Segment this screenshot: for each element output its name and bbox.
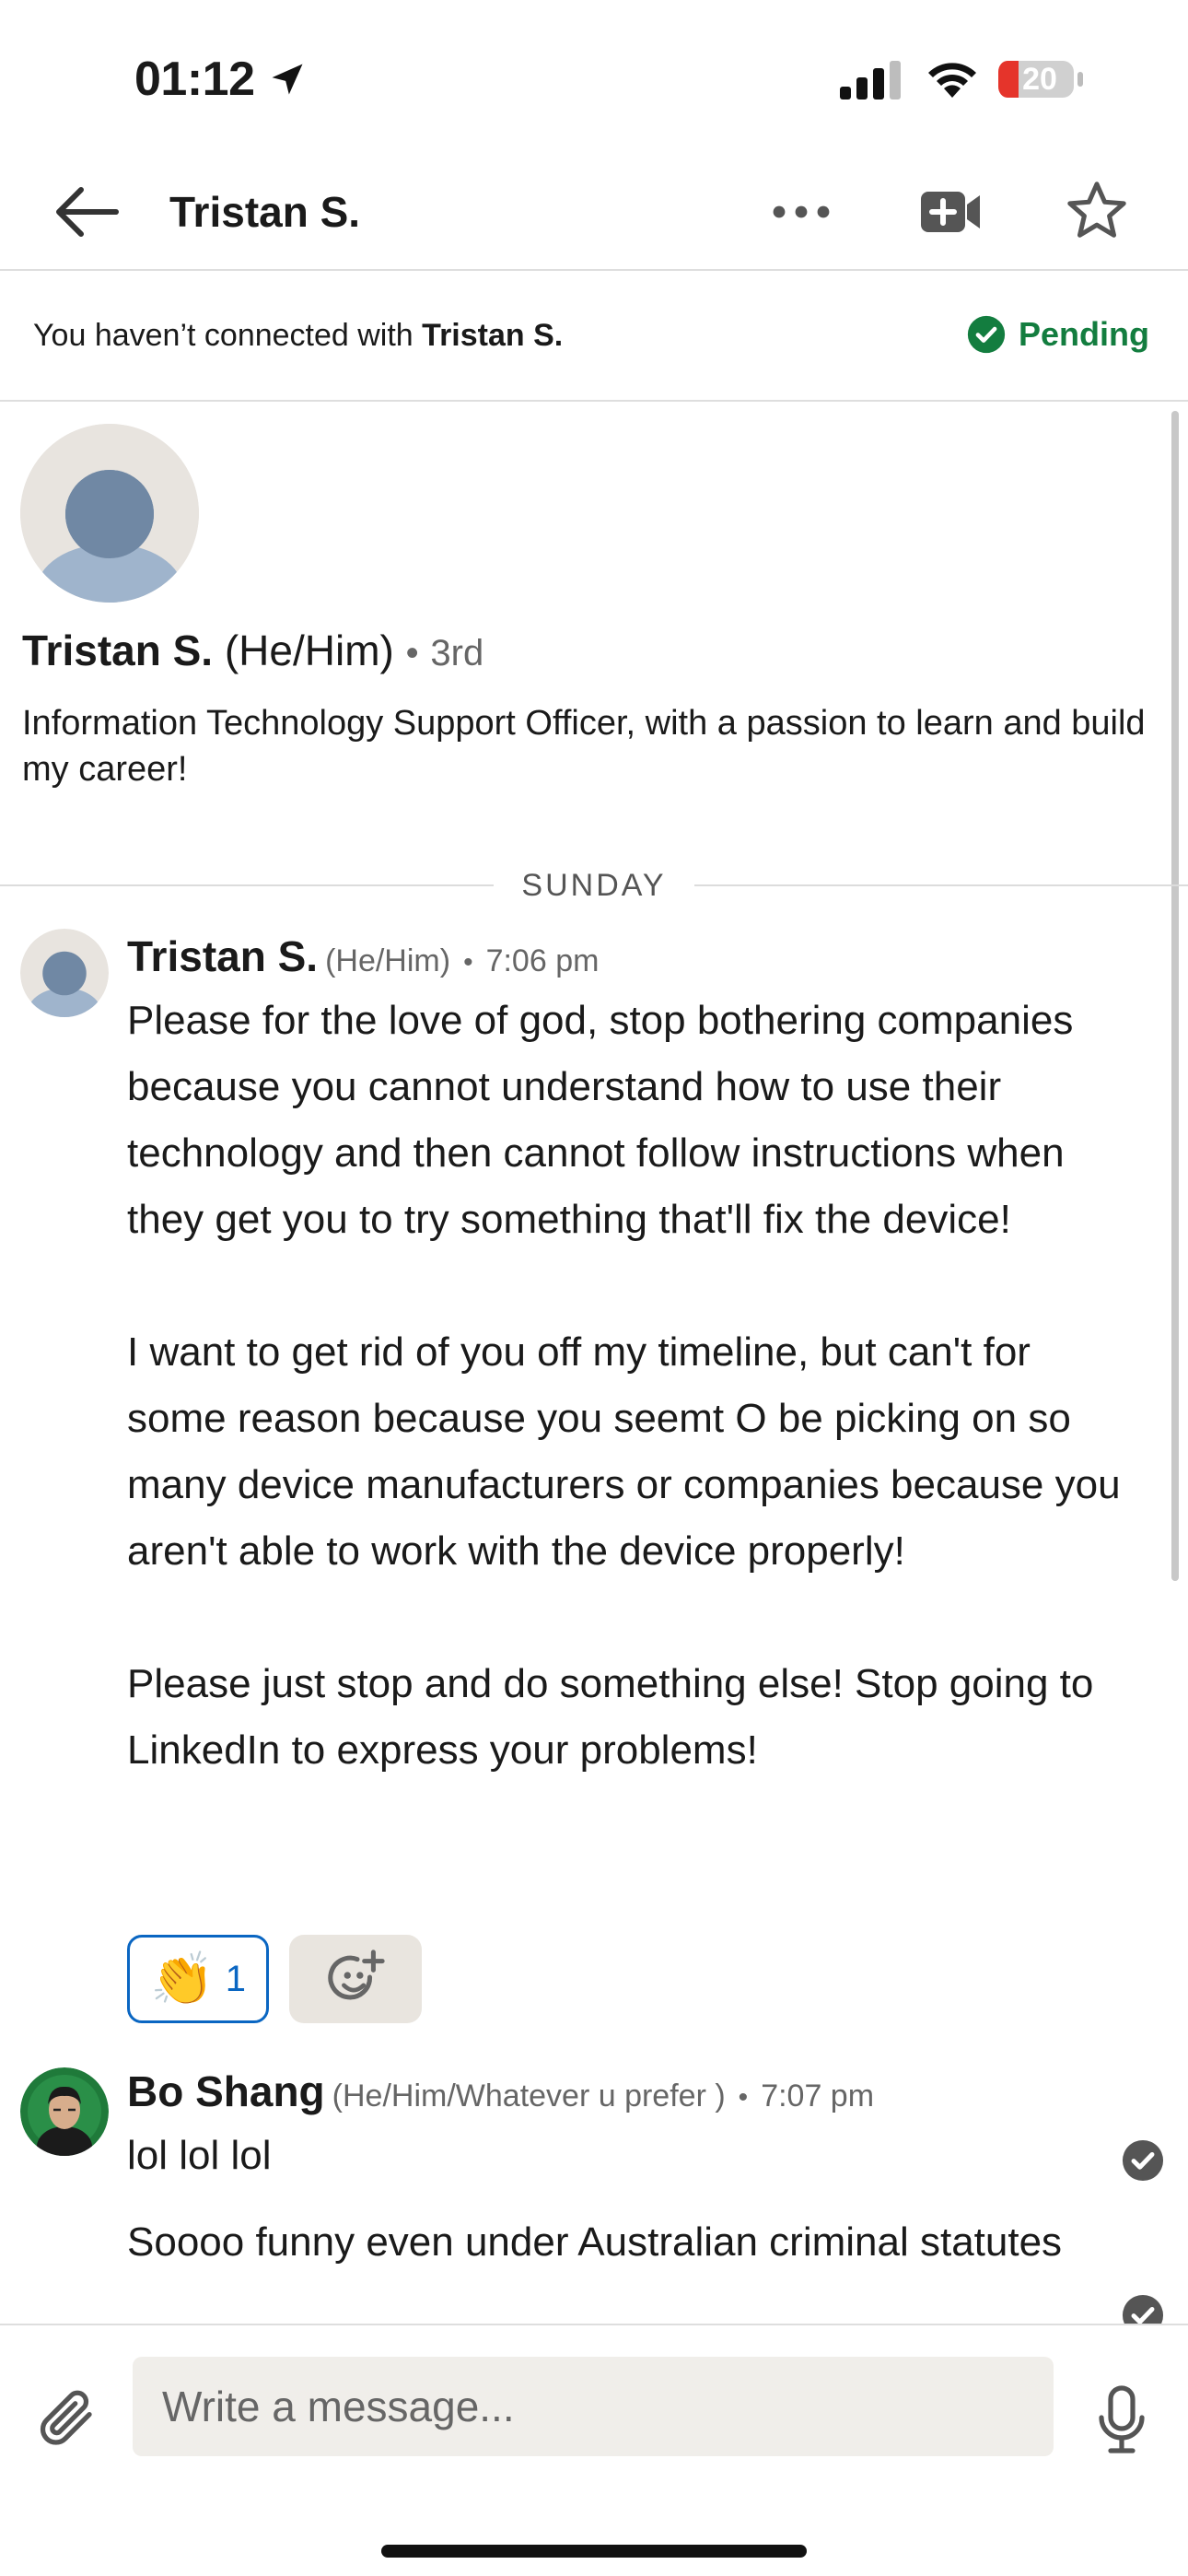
- profile-pronouns: (He/Him): [224, 626, 394, 674]
- add-reaction-button[interactable]: [289, 1935, 422, 2023]
- message-paragraph: Please just stop and do something else! …: [127, 1661, 1094, 1773]
- signal-icon: [840, 61, 901, 100]
- conversation-header: Tristan S.: [0, 157, 1188, 271]
- profile-name[interactable]: Tristan S.: [22, 626, 213, 674]
- home-indicator[interactable]: [381, 2545, 807, 2558]
- message-sender[interactable]: Tristan S.: [127, 932, 318, 980]
- message-paragraph: Please for the love of god, stop botheri…: [127, 998, 1074, 1242]
- day-label: SUNDAY: [494, 868, 694, 903]
- star-icon[interactable]: [1065, 179, 1129, 243]
- day-divider: SUNDAY: [0, 864, 1188, 907]
- profile-headline: Information Technology Support Officer, …: [22, 704, 1146, 789]
- message-time: 7:06 pm: [485, 943, 600, 978]
- message-pronouns: (He/Him): [325, 943, 451, 978]
- microphone-icon[interactable]: [1098, 2384, 1146, 2454]
- message-composer: [0, 2324, 1188, 2576]
- profile-avatar[interactable]: [20, 424, 199, 603]
- status-bar: 01:12 20: [0, 0, 1188, 157]
- more-dots-icon[interactable]: [770, 195, 833, 228]
- paperclip-icon[interactable]: [35, 2386, 99, 2451]
- message-body: lol lol lol: [127, 2133, 272, 2178]
- profile-separator: •: [405, 633, 419, 673]
- add-emoji-icon: [328, 1950, 385, 2000]
- sender-avatar[interactable]: [20, 929, 109, 1017]
- sender-avatar[interactable]: [20, 2067, 109, 2156]
- clap-emoji-icon: 👏: [150, 1950, 215, 2008]
- video-call-icon[interactable]: [919, 186, 982, 238]
- message-header: Tristan S. (He/Him) • 7:06 pm: [127, 929, 599, 995]
- pending-status[interactable]: Pending: [967, 311, 1149, 357]
- location-arrow-icon: [272, 64, 303, 95]
- pending-label: Pending: [1019, 315, 1149, 353]
- message-time: 7:07 pm: [761, 2078, 875, 2113]
- connection-degree: 3rd: [430, 633, 484, 673]
- message-sender[interactable]: Bo Shang: [127, 2067, 325, 2115]
- battery-level: 20: [1022, 62, 1057, 97]
- message-pronouns: (He/Him/Whatever u prefer ): [332, 2078, 726, 2113]
- profile-name-line: Tristan S. (He/Him) • 3rd: [22, 623, 483, 681]
- avatar-silhouette-icon: [20, 424, 199, 603]
- check-circle-icon: [967, 315, 1006, 354]
- conversation-title[interactable]: Tristan S.: [169, 184, 360, 240]
- scrollbar[interactable]: [1171, 411, 1179, 1581]
- message-input[interactable]: [133, 2357, 1054, 2456]
- reaction-clap[interactable]: 👏 1: [127, 1935, 269, 2023]
- avatar-photo-icon: [20, 2067, 109, 2156]
- message-separator: •: [463, 947, 473, 978]
- connection-banner: You haven’t connected with Tristan S. Pe…: [0, 273, 1188, 402]
- connection-name: Tristan S.: [422, 318, 564, 353]
- message-separator: •: [738, 2082, 749, 2113]
- message-header: Bo Shang (He/Him/Whatever u prefer ) • 7:07…: [127, 2064, 874, 2130]
- message-body: Please for the love of god, stop botheri…: [127, 988, 1122, 1784]
- read-receipt-icon: [1122, 2139, 1164, 2182]
- reaction-count: 1: [225, 1958, 246, 1999]
- back-arrow-icon[interactable]: [53, 184, 120, 240]
- message-body: Soooo funny even under Australian crimin…: [127, 2219, 1063, 2265]
- connection-notice: You haven’t connected with Tristan S.: [33, 318, 564, 353]
- message-paragraph: I want to get rid of you off my timeline…: [127, 1329, 1121, 1574]
- wifi-icon: [928, 63, 976, 98]
- status-time: 01:12: [134, 53, 255, 106]
- avatar-silhouette-icon: [20, 929, 109, 1017]
